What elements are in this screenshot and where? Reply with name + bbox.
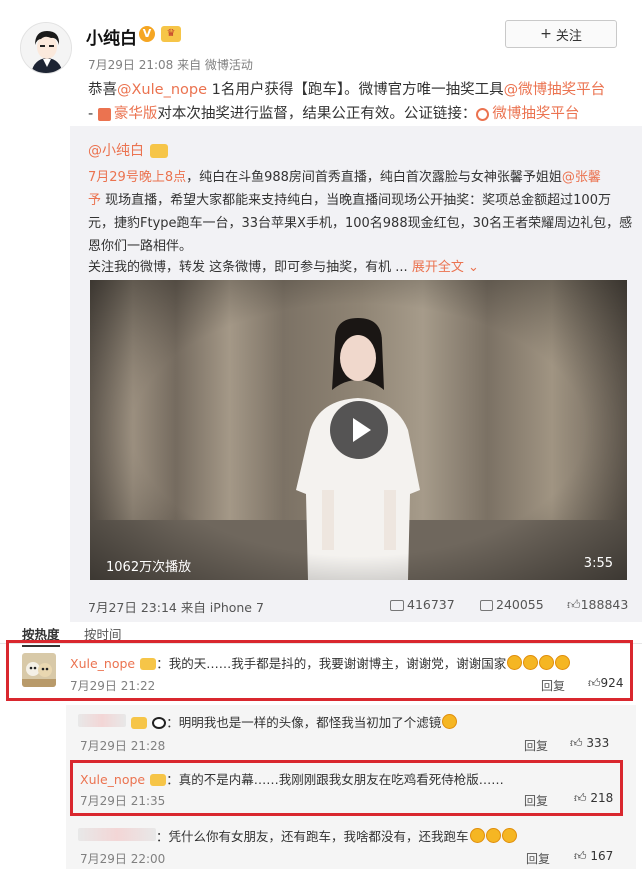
post-text: 1名用户获得【跑车】。微博官方唯一抽奖工具 [207, 82, 504, 98]
lottery-icon [97, 107, 111, 121]
thumbs-up-icon: 👍︎ [574, 791, 587, 805]
post-text: 对本次抽奖进行监督，结果公正有效。公证链接： [157, 106, 477, 122]
plus-icon: + [540, 26, 552, 42]
lottery-platform-link[interactable]: 微博抽奖平台 [492, 106, 579, 122]
comment-time: 7月29日 21:28 [80, 739, 166, 753]
comment-text: ：凭什么你有女朋友，还有跑车，我啥都没有，还我跑车 [156, 829, 469, 844]
comment-like-button[interactable]: 👍︎ 218 [574, 791, 613, 806]
follow-label: 关注 [555, 28, 582, 44]
play-icon [353, 418, 371, 442]
mention-link[interactable]: @微博抽奖平台 [504, 82, 606, 98]
comment-row-1: Xule_nope ：我的天……我手都是抖的，我要谢谢博主，谢谢党，谢谢国家 [70, 653, 571, 672]
emoji-icon [442, 714, 458, 729]
repost-author-row: @小纯白 [88, 140, 169, 160]
vip-crown-icon [131, 716, 148, 729]
comment-like-button[interactable]: 👍︎ 333 [570, 736, 609, 751]
comment-text: ：明明我也是一样的头像，都怪我当初加了个滤镜 [166, 715, 442, 730]
follow-button[interactable]: + 关注 [505, 20, 617, 48]
comment-row-2: ：明明我也是一样的头像，都怪我当初加了个滤镜 [78, 712, 458, 731]
comment-like-button[interactable]: 👍︎924 [588, 676, 623, 691]
chevron-down-icon: ⌄ [467, 260, 479, 275]
thumbs-up-icon: 👍︎ [567, 598, 581, 613]
thumbs-up-icon: 👍︎ [588, 676, 601, 690]
comment-time: 7月29日 21:35 [80, 794, 166, 808]
repost-count[interactable]: 416737 [390, 597, 455, 612]
emoji-icon [485, 828, 501, 843]
comment-like-button[interactable]: 👍︎ 167 [574, 849, 613, 864]
vip-crown-icon [150, 144, 169, 158]
comment-time: 7月29日 22:00 [80, 852, 166, 866]
author-name[interactable]: 小纯白 [86, 24, 137, 49]
verified-icon: V [139, 26, 155, 42]
comment-time: 7月29日 21:22 [70, 679, 156, 693]
reply-button[interactable]: 回复 [524, 792, 548, 809]
emoji-icon [555, 655, 571, 670]
blurred-user[interactable] [78, 714, 126, 727]
panda-icon [152, 716, 167, 729]
reply-button[interactable]: 回复 [526, 850, 550, 867]
comment-text: ：真的不是内幕……我刚刚跟我女朋友在吃鸡看死侍枪版…… [166, 772, 504, 787]
repost-text: 关注我的微博，转发 这条微博，即可参与抽奖，有机 ... [88, 260, 408, 275]
thumbs-up-icon: 👍︎ [574, 849, 587, 863]
repost-text-line-1: 7月29号晚上8点，纯白在斗鱼988房间首秀直播，纯白首次露脸与女神张馨予姐姐@… [88, 166, 601, 185]
post-text: 恭喜 [88, 82, 117, 98]
post-text-line-2: - 豪华版对本次抽奖进行监督，结果公正有效。公证链接： 微博抽奖平台 [88, 102, 579, 123]
reply-button[interactable]: 回复 [524, 737, 548, 754]
repost-text: 现场直播，希望大家都能来支持纯白，当晚直播间现场公开抽奖：奖项总金额超过100万 [101, 193, 611, 208]
reply-button[interactable]: 回复 [541, 677, 565, 694]
play-button[interactable] [330, 401, 388, 459]
video-view-count: 1062万次播放 [106, 560, 192, 575]
expand-full-text-link[interactable]: 展开全文 ⌄ [412, 260, 479, 275]
comment-user[interactable]: Xule_nope [70, 656, 135, 671]
comment-user[interactable]: Xule_nope [80, 772, 145, 787]
repost-text: ，纯白在斗鱼988房间首秀直播，纯白首次露脸与女神张馨予姐姐 [186, 170, 562, 185]
repost-text-line-5: 关注我的微博，转发 这条微博，即可参与抽奖，有机 ... 展开全文 ⌄ [88, 256, 479, 275]
vip-crown-icon [140, 657, 157, 670]
mention-link[interactable]: @张馨 [562, 170, 601, 185]
emoji-icon [539, 655, 555, 670]
emoji-icon [507, 655, 523, 670]
emoji-icon [469, 828, 485, 843]
post-text-line-1: 恭喜@Xule_nope 1名用户获得【跑车】。微博官方唯一抽奖工具@微博抽奖平… [88, 78, 605, 99]
date-link[interactable]: 7月29号晚上8点 [88, 170, 186, 185]
comment-icon [480, 600, 493, 611]
avatar[interactable] [22, 653, 56, 687]
mention-link[interactable]: @Xule_nope [117, 82, 207, 98]
like-count[interactable]: 👍︎188843 [567, 597, 628, 613]
link-icon [476, 107, 490, 121]
repost-text-line-4: 恩你们一路相伴。 [88, 239, 193, 254]
repost-icon [390, 600, 404, 611]
post-text: - [88, 106, 98, 122]
blurred-user[interactable] [78, 828, 156, 841]
mention-link[interactable]: 予 [88, 193, 101, 208]
repost-meta: 7月27日 23:14 来自 iPhone 7 [88, 600, 264, 615]
repost-text-line-3: 元，捷豹Ftype跑车一台，33台苹果X手机，100名988现金红包，30名王者… [88, 216, 633, 231]
comment-row-4: ：凭什么你有女朋友，还有跑车，我啥都没有，还我跑车 [78, 826, 517, 845]
comment-count[interactable]: 240055 [480, 597, 544, 612]
comment-row-3: Xule_nope ：真的不是内幕……我刚刚跟我女朋友在吃鸡看死侍枪版…… [80, 769, 504, 788]
luxury-edition-link[interactable]: 豪华版 [114, 106, 158, 122]
post-meta: 7月29日 21:08 来自 微博活动 [88, 58, 253, 72]
vip-crown-icon [150, 773, 167, 786]
repost-author[interactable]: @小纯白 [88, 143, 144, 159]
emoji-icon [501, 828, 517, 843]
thumbs-up-icon: 👍︎ [570, 736, 583, 750]
repost-text-line-2: 予 现场直播，希望大家都能来支持纯白，当晚直播间现场公开抽奖：奖项总金额超过10… [88, 189, 611, 208]
video-duration: 3:55 [583, 556, 613, 571]
video-player[interactable]: 1062万次播放 3:55 [90, 280, 627, 580]
emoji-icon [523, 655, 539, 670]
vip-crown-icon: ♛ [161, 26, 181, 42]
author-avatar[interactable] [20, 22, 72, 74]
comment-text: ：我的天……我手都是抖的，我要谢谢博主，谢谢党，谢谢国家 [156, 656, 507, 671]
